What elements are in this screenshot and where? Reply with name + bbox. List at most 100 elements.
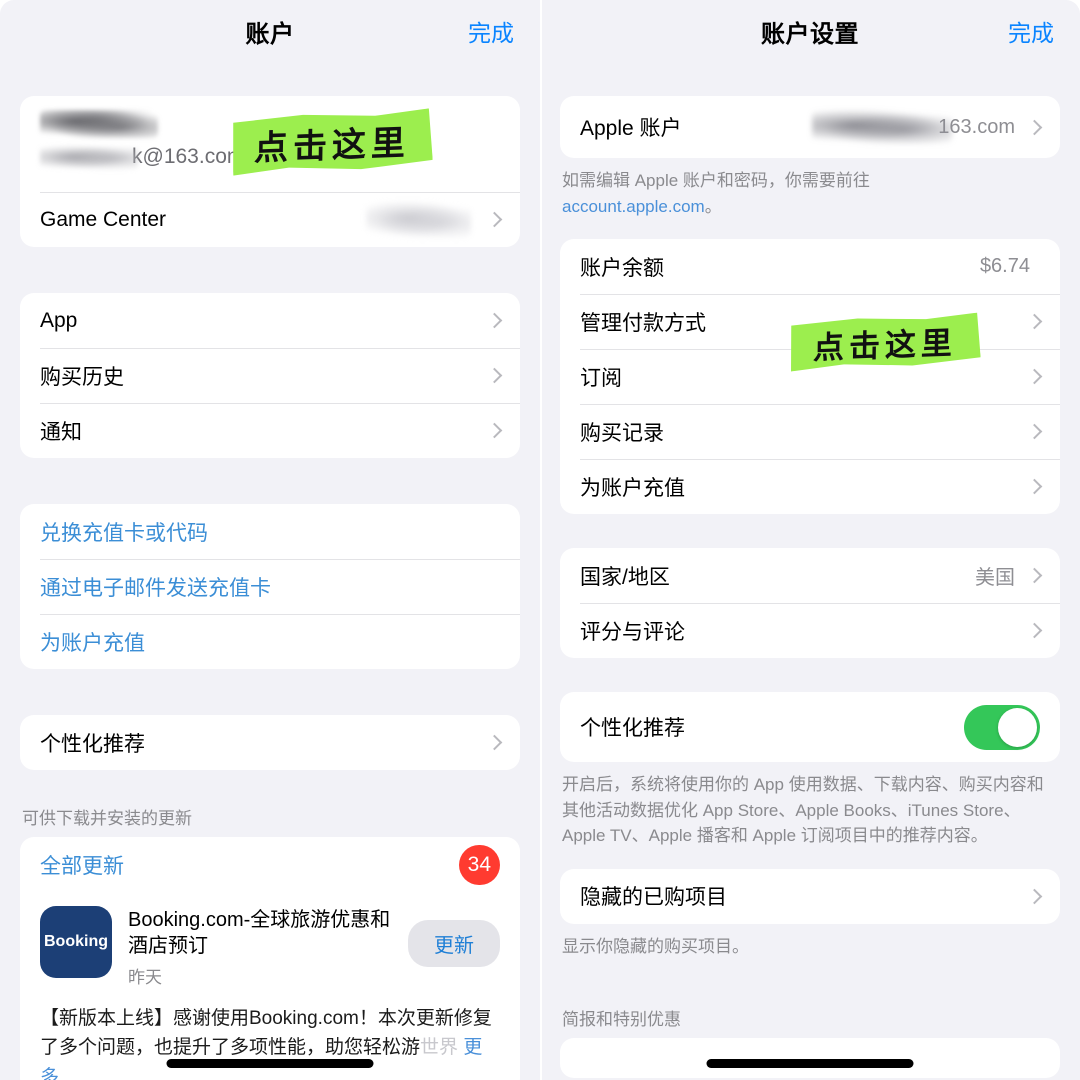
balance-options-card: 账户余额 $6.74 管理付款方式 订阅 购买记录 为账户充值 [560,239,1060,514]
redacted-apple-id [812,110,953,144]
main-options-card: App 购买历史 通知 [20,293,520,458]
chevron-right-icon [1026,423,1043,440]
chevron-right-icon [1026,888,1043,904]
link-send-giftcard-email[interactable]: 通过电子邮件发送充值卡 [20,559,520,614]
row-purchase-records[interactable]: 购买记录 [560,404,1060,459]
country-value: 美国 [975,567,1015,589]
row-label: 个性化推荐 [40,732,145,756]
notes-line-2: 了多个问题，也提升了多项性能，助您轻松游 [40,1037,421,1059]
sidebar-item-app[interactable]: App [20,293,520,348]
account-balance-value: $6.74 [979,255,1030,277]
right-navbar: 账户设置 完成 [540,0,1080,62]
personalized-toggle[interactable] [964,704,1040,750]
row-label: 国家/地区 [580,565,670,589]
row-label: 为账户充值 [580,476,685,500]
account-email: k@163.com [132,145,245,168]
done-button[interactable]: 完成 [468,14,514,48]
update-count-badge: 34 [458,844,500,885]
apple-account-footnote: 如需编辑 Apple 账户和密码，你需要前往 account.apple.com… [540,158,1080,219]
sidebar-item-game-center[interactable]: Game Center [20,192,520,247]
redacted-account-name [40,110,158,138]
sidebar-item-notifications[interactable]: 通知 [20,403,520,458]
newsletter-section-header: 简报和特别优惠 [562,1010,681,1029]
row-ratings-reviews[interactable]: 评分与评论 [560,603,1060,658]
giftcard-links-card: 兑换充值卡或代码 通过电子邮件发送充值卡 为账户充值 [20,504,520,669]
toggle-knob [998,707,1037,747]
chevron-right-icon [486,211,503,228]
chevron-right-icon [486,734,503,751]
footnote-prefix: 如需编辑 Apple 账户和密码，你需要前往 [562,171,870,190]
page-title: 账户设置 [761,20,859,48]
hidden-purchases-card: 隐藏的已购项目 [560,868,1060,924]
row-label: 为账户充值 [40,631,145,655]
row-add-funds[interactable]: 为账户充值 [560,459,1060,514]
row-country-region[interactable]: 国家/地区 美国 [560,548,1060,603]
row-personalized-recommendations[interactable]: 个性化推荐 [560,692,1060,762]
page-title: 账户 [245,20,295,48]
row-label: 评分与评论 [580,620,685,644]
row-label: Apple 账户 [580,117,682,140]
row-label: App [40,308,78,332]
personalized-footnote: 开启后，系统将使用你的 App 使用数据、下载内容、购买内容和其他活动数据优化 … [562,775,1044,845]
chevron-right-icon [1026,622,1043,639]
row-label: 个性化推荐 [580,717,685,740]
booking-app-icon: Booking [40,906,112,978]
app-meta: Booking.com-全球旅游优惠和酒店预订 昨天 [128,906,408,988]
left-screen-account: 账户 完成 k@163.com Game Center 点击这里 App 购买历… [0,0,540,1080]
row-label: 隐藏的已购项目 [580,886,727,909]
redacted-avatar [366,201,471,238]
row-label: 购买历史 [40,365,124,389]
app-update-item[interactable]: Booking Booking.com-全球旅游优惠和酒店预订 昨天 更新 [20,892,520,994]
chevron-right-icon [486,367,503,384]
newsletter-card-partial [560,1038,1060,1078]
notes-faded-tail: 世界 [420,1037,459,1059]
sidebar-item-personalized-recommendations[interactable]: 个性化推荐 [20,715,520,770]
annotation-text: 点击这里 [253,123,411,168]
update-button[interactable]: 更新 [408,920,500,967]
redacted-email-prefix [40,144,138,170]
row-label: 购买记录 [580,421,664,445]
hidden-purchases-footnote: 显示你隐藏的购买项目。 [562,936,749,956]
right-screen-account-settings: 账户设置 完成 Apple 账户 163.com 如需编辑 Apple 账户和密… [540,0,1080,1080]
personalized-card-right: 个性化推荐 [560,692,1060,762]
link-add-funds[interactable]: 为账户充值 [20,614,520,669]
chevron-right-icon [486,312,503,329]
row-label: 全部更新 [40,854,124,878]
chevron-right-icon [1026,567,1043,584]
account-apple-com-link[interactable]: account.apple.com [562,197,705,216]
apple-account-row[interactable]: Apple 账户 163.com [560,96,1060,158]
apple-account-card: Apple 账户 163.com [560,96,1060,158]
footnote-suffix: 。 [704,196,722,216]
row-account-balance[interactable]: 账户余额 $6.74 [560,239,1060,294]
home-indicator [166,1059,374,1068]
chevron-right-icon [1026,119,1043,135]
chevron-right-icon [486,422,503,439]
row-label: 通知 [40,420,82,444]
home-indicator [706,1059,914,1068]
row-label: 兑换充值卡或代码 [40,521,208,545]
updates-card: 全部更新 34 Booking Booking.com-全球旅游优惠和酒店预订 … [20,837,520,1080]
row-label: 通过电子邮件发送充值卡 [40,576,271,600]
game-center-label: Game Center [40,207,167,231]
update-all-row[interactable]: 全部更新 34 [20,837,520,892]
done-button[interactable]: 完成 [1008,14,1054,48]
notes-line-1: 【新版本上线】感谢使用Booking.com！本次更新修复 [40,1008,492,1029]
link-redeem-code[interactable]: 兑换充值卡或代码 [20,504,520,559]
left-navbar: 账户 完成 [0,0,540,62]
row-hidden-purchases[interactable]: 隐藏的已购项目 [560,869,1060,924]
updates-section-header: 可供下载并安装的更新 [22,809,192,828]
row-label: 账户余额 [580,256,664,280]
app-title: Booking.com-全球旅游优惠和酒店预订 [128,909,391,957]
dual-screenshot-container: 账户 完成 k@163.com Game Center 点击这里 App 购买历… [0,0,1080,1080]
sidebar-item-purchase-history[interactable]: 购买历史 [20,348,520,403]
